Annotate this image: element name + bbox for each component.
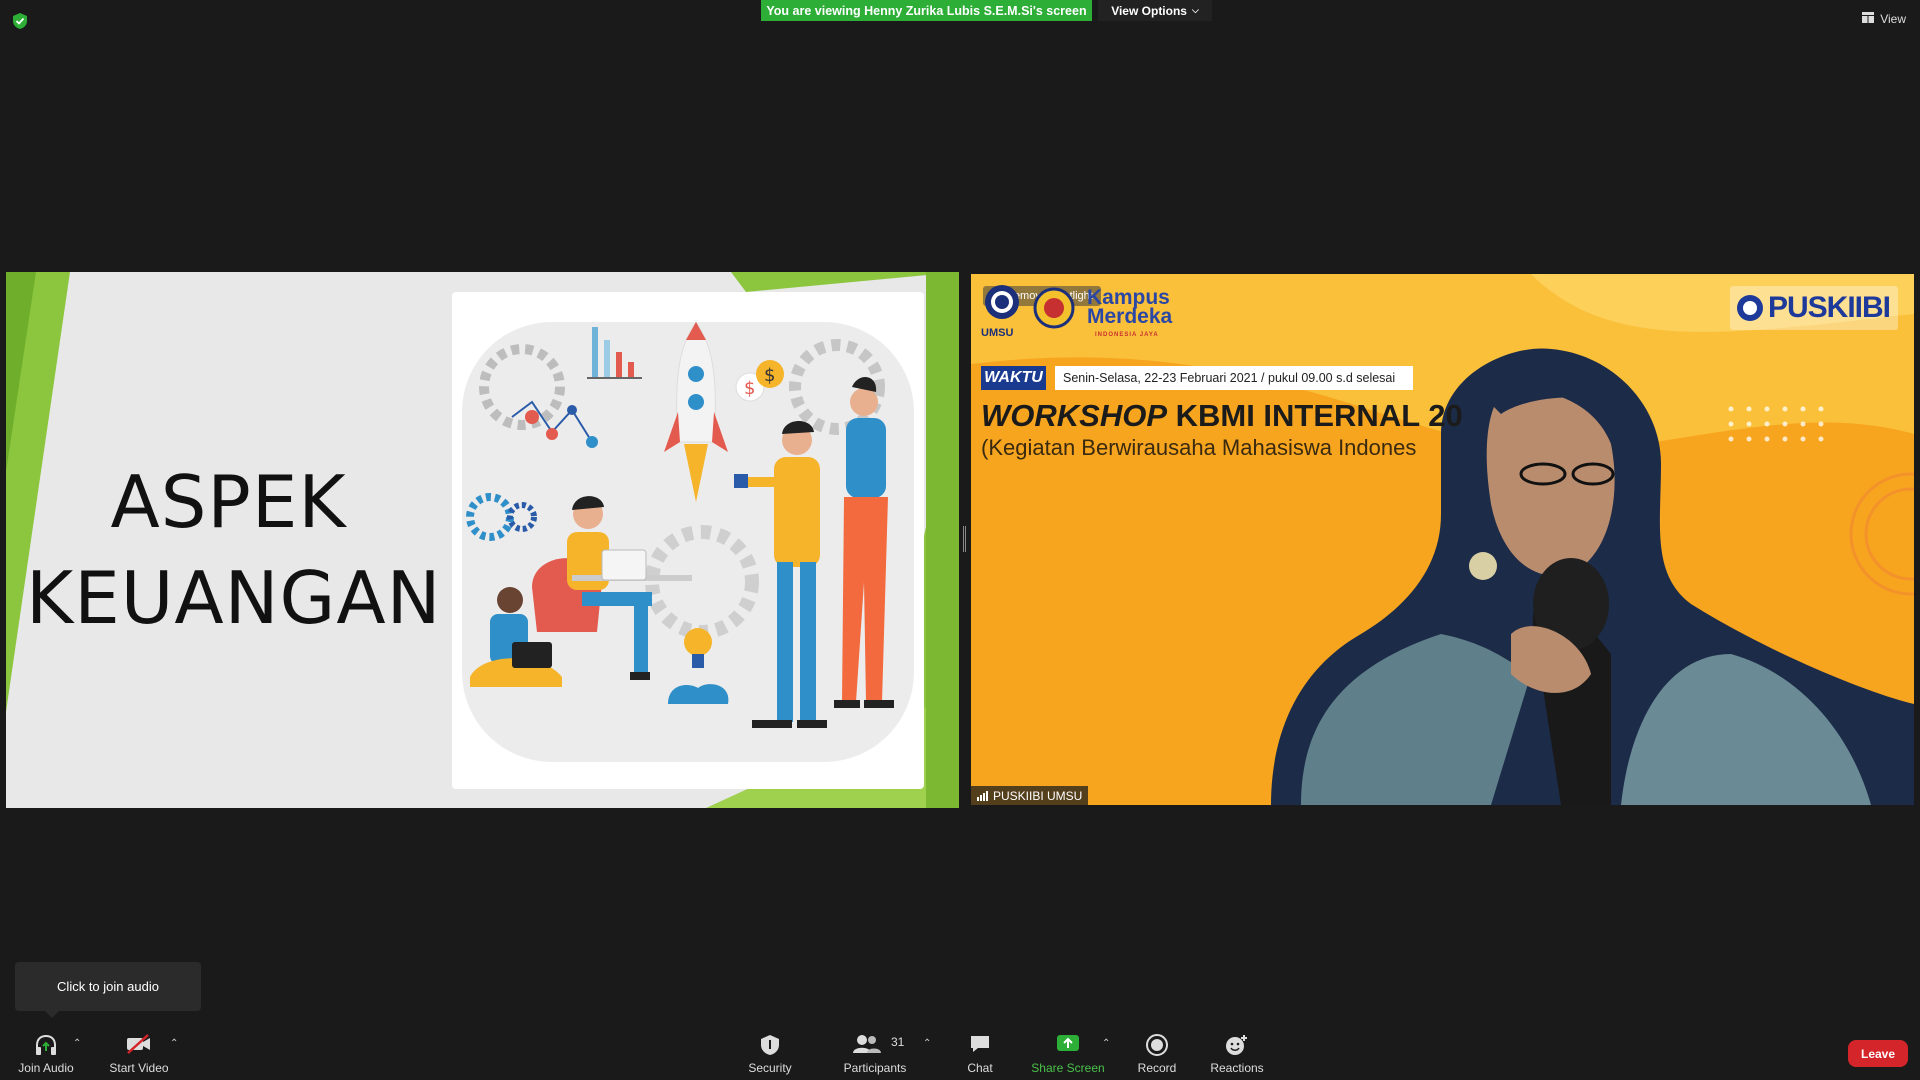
- join-audio-tooltip: Click to join audio: [15, 962, 201, 1018]
- meeting-toolbar: Join Audio ⌃ Start Video ⌃ Security Part…: [0, 1028, 1920, 1080]
- security-shield-icon: [760, 1034, 780, 1059]
- headphones-icon: [34, 1034, 58, 1059]
- slide-title-line2: KEUANGAN: [26, 556, 442, 640]
- svg-text:$: $: [744, 378, 755, 399]
- join-audio-button[interactable]: Join Audio: [14, 1028, 78, 1080]
- participant-name-tag: PUSKIIBI UMSU: [971, 786, 1089, 805]
- participants-count: 31: [891, 1035, 905, 1049]
- share-options-caret-icon[interactable]: ⌃: [1102, 1038, 1110, 1049]
- slide-title-line1: ASPEK: [110, 460, 347, 544]
- waktu-text: Senin-Selasa, 22-23 Februari 2021 / puku…: [1055, 366, 1413, 390]
- svg-text:$: $: [764, 365, 775, 386]
- security-button[interactable]: Security: [740, 1028, 800, 1080]
- smiley-plus-icon: [1225, 1034, 1249, 1059]
- reactions-label: Reactions: [1210, 1061, 1264, 1075]
- security-label: Security: [748, 1061, 792, 1075]
- share-screen-button[interactable]: Share Screen: [1028, 1028, 1108, 1080]
- video-options-caret-icon[interactable]: ⌃: [170, 1038, 178, 1049]
- start-video-label: Start Video: [109, 1061, 169, 1075]
- kampus-merdeka-logo: Kampus Merdeka INDONESIA JAYA: [1087, 287, 1173, 345]
- video-background: [971, 274, 1914, 805]
- resize-handle[interactable]: [963, 526, 966, 552]
- record-label: Record: [1137, 1061, 1177, 1075]
- record-icon: [1146, 1034, 1168, 1059]
- share-screen-icon: [1056, 1034, 1080, 1057]
- view-options-dropdown[interactable]: View Options ⌵: [1098, 0, 1212, 21]
- puskiibi-logo: PUSKIIBI: [1730, 286, 1898, 330]
- grid-view-icon: [1862, 12, 1875, 26]
- start-video-button[interactable]: Start Video: [104, 1028, 174, 1080]
- leave-button[interactable]: Leave: [1848, 1040, 1908, 1067]
- chat-bubble-icon: [969, 1034, 991, 1057]
- chat-button[interactable]: Chat: [955, 1028, 1005, 1080]
- umsu-logo: UMSU: [981, 285, 1019, 339]
- speaker-video-tile[interactable]: Remove Spotlight UMSU Kampus Merdeka IND…: [971, 274, 1914, 805]
- participants-caret-icon[interactable]: ⌃: [923, 1038, 931, 1049]
- view-options-label: View Options: [1111, 3, 1187, 18]
- shared-screen-slide: ASPEK KEUANGAN $ $: [6, 272, 959, 808]
- participants-icon: [853, 1034, 881, 1057]
- join-audio-label: Join Audio: [18, 1061, 74, 1075]
- view-button[interactable]: View: [1862, 12, 1906, 26]
- waktu-label: WAKTU: [981, 366, 1046, 390]
- workshop-subtitle: (Kegiatan Berwirausaha Mahasiswa Indones: [981, 435, 1417, 460]
- share-screen-label: Share Screen: [1031, 1061, 1105, 1075]
- view-button-label: View: [1880, 12, 1906, 26]
- viewing-screen-banner: You are viewing Henny Zurika Lubis S.E.M…: [761, 0, 1092, 21]
- business-team-illustration: $ $: [452, 292, 924, 789]
- participant-name: PUSKIIBI UMSU: [993, 788, 1083, 803]
- reactions-button[interactable]: Reactions: [1206, 1028, 1268, 1080]
- chevron-down-icon: ⌵: [1191, 5, 1199, 15]
- security-shield-icon[interactable]: [12, 12, 28, 30]
- audio-options-caret-icon[interactable]: ⌃: [73, 1038, 81, 1049]
- video-off-icon: [126, 1034, 152, 1057]
- chat-label: Chat: [967, 1061, 993, 1075]
- merdeka-label: Merdeka: [1087, 305, 1173, 328]
- record-button[interactable]: Record: [1132, 1028, 1182, 1080]
- signal-strength-icon: [977, 790, 988, 801]
- workshop-title-italic: WORKSHOP: [981, 398, 1167, 433]
- umsu-label: UMSU: [981, 327, 1014, 339]
- emblem-logo: [1033, 287, 1075, 329]
- workshop-title-rest: KBMI INTERNAL 20: [1167, 398, 1463, 433]
- slide-title: ASPEK KEUANGAN: [26, 454, 442, 646]
- participants-label: Participants: [843, 1061, 907, 1075]
- puskiibi-logo-text: PUSKIIBI: [1768, 291, 1891, 324]
- workshop-title: WORKSHOP KBMI INTERNAL 20: [981, 398, 1463, 434]
- indonesia-jaya-label: INDONESIA JAYA: [1095, 332, 1159, 338]
